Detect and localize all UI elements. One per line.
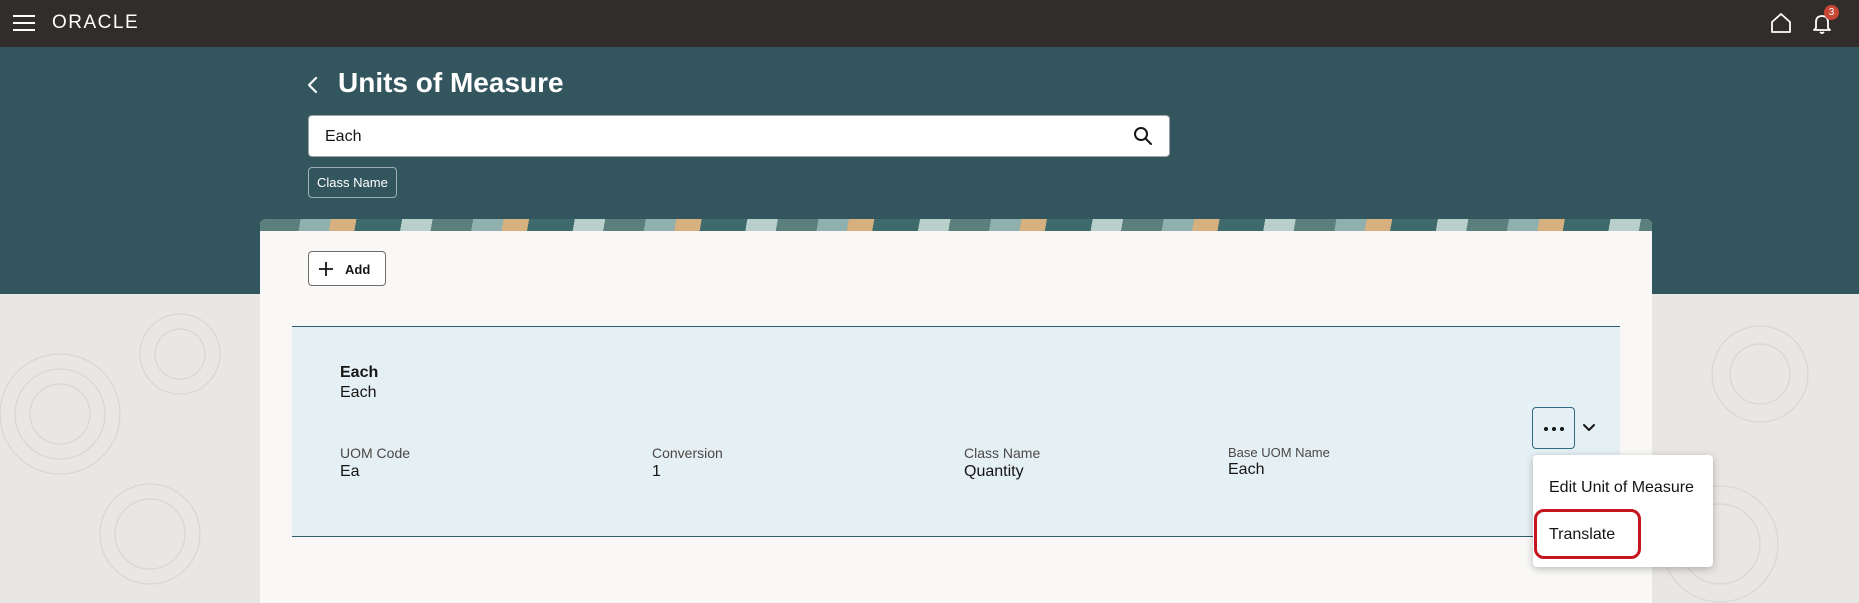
more-actions-button[interactable]: [1532, 407, 1575, 449]
plus-icon: [319, 262, 333, 276]
chevron-down-icon[interactable]: [1581, 420, 1597, 436]
card-banner: [260, 219, 1652, 231]
base-uom-name-value: Each: [1228, 461, 1265, 478]
conversion-value: 1: [652, 463, 661, 480]
conversion-label: Conversion: [652, 445, 723, 461]
add-button[interactable]: Add: [308, 251, 386, 286]
results-card: Add Each Each UOM Code Ea Conversion 1 C…: [260, 219, 1652, 603]
uom-code-value: Ea: [340, 463, 360, 480]
back-icon[interactable]: [301, 72, 325, 98]
search-value[interactable]: Each: [325, 128, 361, 146]
home-icon[interactable]: [1769, 11, 1793, 35]
search-icon[interactable]: [1133, 126, 1153, 146]
notification-badge: 3: [1824, 5, 1839, 20]
base-uom-name-label: Base UOM Name: [1228, 445, 1330, 460]
menu-icon[interactable]: [13, 14, 35, 32]
ellipsis-icon: [1544, 427, 1564, 431]
oracle-logo[interactable]: ORACLE: [52, 12, 139, 34]
highlight-outline: [1534, 509, 1641, 559]
list-item[interactable]: Each Each UOM Code Ea Conversion 1 Class…: [292, 326, 1620, 537]
class-name-label: Class Name: [964, 445, 1041, 461]
top-bar: ORACLE 3: [0, 0, 1859, 47]
menu-item-edit-unit-of-measure[interactable]: Edit Unit of Measure: [1549, 479, 1694, 497]
page-title: Units of Measure: [338, 67, 564, 98]
record-title: Each: [340, 364, 379, 381]
add-button-label: Add: [345, 262, 371, 277]
filter-chip-class-name[interactable]: Class Name: [308, 167, 397, 198]
uom-code-label: UOM Code: [340, 445, 411, 461]
class-name-value: Quantity: [964, 463, 1024, 480]
search-input[interactable]: Each: [308, 115, 1170, 157]
record-subtitle: Each: [340, 384, 377, 401]
